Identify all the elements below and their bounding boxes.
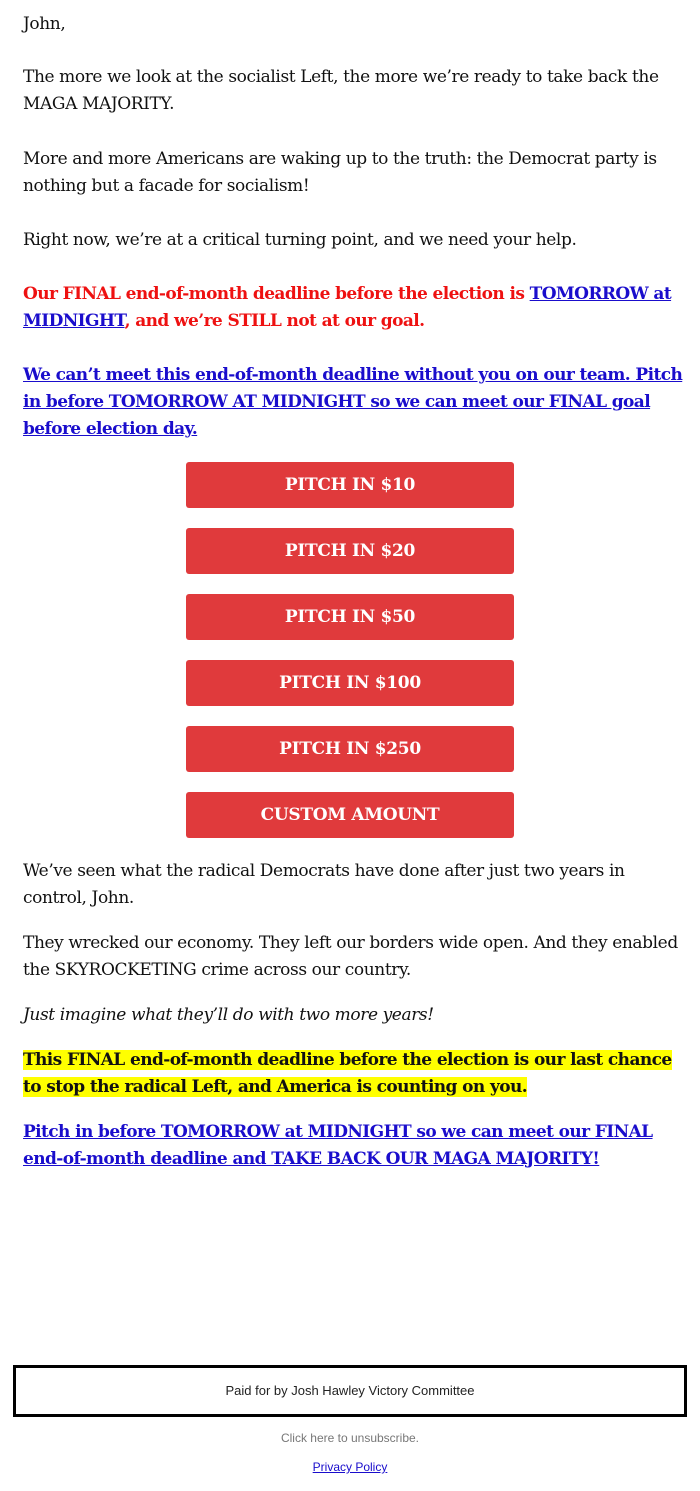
pitch-in-paragraph: We can’t meet this end-of-month deadline… [23, 362, 683, 443]
paragraph-turning-point: Right now, we’re at a critical turning p… [23, 230, 577, 250]
pitch-in-100-button[interactable]: PITCH IN $100 [186, 660, 514, 706]
deadline-alert-tail: , and we’re STILL not at our goal. [124, 311, 425, 331]
paragraph-imagine: Just imagine what they’ll do with two mo… [23, 1005, 434, 1025]
pitch-in-10-button[interactable]: PITCH IN $10 [186, 462, 514, 508]
pitch-in-link-top[interactable]: We can’t meet this end-of-month deadline… [23, 365, 683, 439]
privacy-section: Privacy Policy [0, 1460, 700, 1474]
unsubscribe-link[interactable]: Click here to unsubscribe. [0, 1431, 700, 1445]
pitch-in-250-button[interactable]: PITCH IN $250 [186, 726, 514, 772]
deadline-alert-lead: Our FINAL end-of-month deadline before t… [23, 284, 530, 304]
custom-amount-button[interactable]: CUSTOM AMOUNT [186, 792, 514, 838]
pitch-in-paragraph-bottom: Pitch in before TOMORROW at MIDNIGHT so … [23, 1119, 683, 1173]
donation-buttons: PITCH IN $10 PITCH IN $20 PITCH IN $50 P… [186, 462, 514, 858]
highlighted-text: This FINAL end-of-month deadline before … [23, 1050, 672, 1097]
paragraph-wrecked: They wrecked our economy. They left our … [23, 933, 678, 980]
paragraph-truth: More and more Americans are waking up to… [23, 149, 657, 196]
paragraph-intro: The more we look at the socialist Left, … [23, 67, 659, 114]
pitch-in-50-button[interactable]: PITCH IN $50 [186, 594, 514, 640]
paid-for-text: Paid for by Josh Hawley Victory Committe… [225, 1383, 475, 1398]
paragraph-democrats: We’ve seen what the radical Democrats ha… [23, 861, 625, 908]
paid-for-disclaimer: Paid for by Josh Hawley Victory Committe… [13, 1365, 687, 1417]
pitch-in-20-button[interactable]: PITCH IN $20 [186, 528, 514, 574]
greeting: John, [23, 14, 66, 34]
highlighted-paragraph: This FINAL end-of-month deadline before … [23, 1047, 683, 1101]
deadline-alert: Our FINAL end-of-month deadline before t… [23, 281, 683, 335]
privacy-policy-link[interactable]: Privacy Policy [313, 1460, 388, 1474]
pitch-in-link-bottom[interactable]: Pitch in before TOMORROW at MIDNIGHT so … [23, 1122, 653, 1169]
